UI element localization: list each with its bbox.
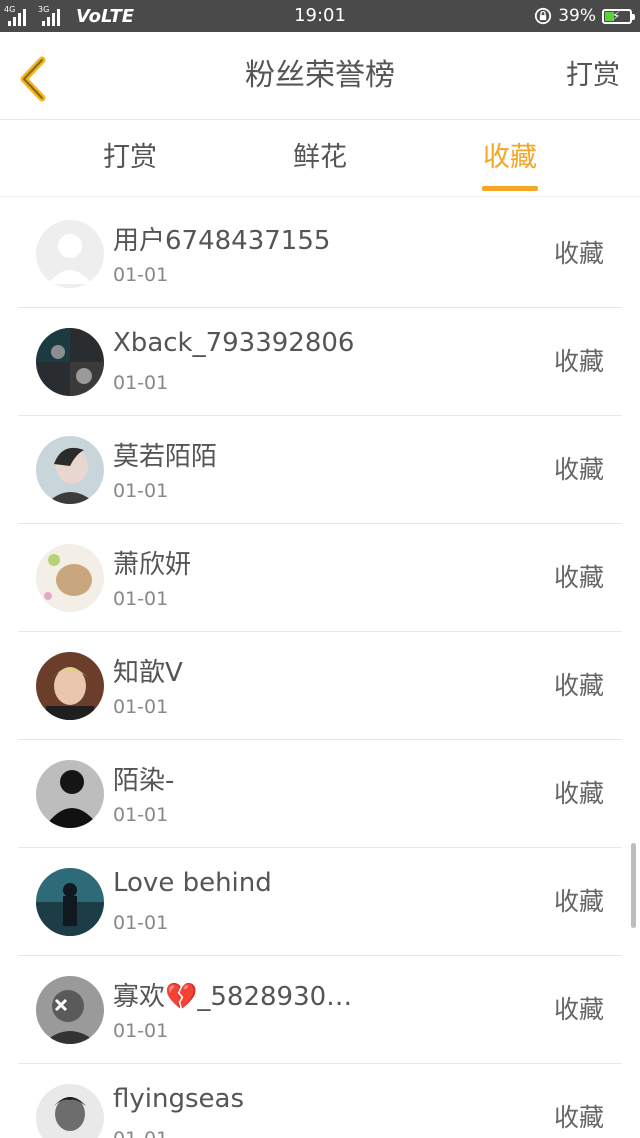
item-action-label: 收藏 xyxy=(553,671,604,700)
list-item[interactable]: Xback_793392806 01-01 收藏 xyxy=(18,308,622,416)
avatar[interactable] xyxy=(36,436,104,504)
item-date: 01-01 xyxy=(113,480,169,502)
item-action-label: 收藏 xyxy=(553,995,604,1024)
header: 粉丝荣誉榜 打赏 xyxy=(0,32,640,120)
user-photo-icon xyxy=(36,544,104,612)
item-name-prefix: 寡欢 xyxy=(113,982,166,1012)
item-date: 01-01 xyxy=(113,588,169,610)
item-date: 01-01 xyxy=(113,264,169,286)
item-date: 01-01 xyxy=(113,1128,168,1138)
avatar[interactable] xyxy=(36,328,104,396)
item-name: Xback_793392806 xyxy=(113,328,355,358)
item-date: 01-01 xyxy=(113,804,169,826)
tab-label: 打赏 xyxy=(103,142,157,173)
list-item[interactable]: 知歆V 01-01 收藏 xyxy=(18,632,622,740)
item-name: 陌染- xyxy=(113,766,175,796)
user-photo-icon xyxy=(36,868,104,936)
scrollbar[interactable] xyxy=(631,843,636,928)
avatar[interactable] xyxy=(36,544,104,612)
avatar[interactable] xyxy=(36,976,104,1044)
rotation-lock-icon xyxy=(535,7,552,25)
list-item[interactable]: 寡欢💔_5828930… 01-01 收藏 xyxy=(18,956,622,1064)
avatar[interactable] xyxy=(36,652,104,720)
item-action-label: 收藏 xyxy=(553,1103,604,1132)
list-item[interactable]: 陌染- 01-01 收藏 xyxy=(18,740,622,848)
status-bar: 4G 3G VoLTE 19:01 39% ⚡ xyxy=(0,0,640,32)
list-item[interactable]: flyingseas 01-01 收藏 xyxy=(18,1064,622,1138)
avatar[interactable] xyxy=(36,1084,104,1138)
list-item[interactable]: 莫若陌陌 01-01 收藏 xyxy=(18,416,622,524)
item-action-label: 收藏 xyxy=(553,239,604,268)
user-photo-icon xyxy=(36,328,104,396)
item-name: Love behind xyxy=(113,868,272,898)
item-action-label: 收藏 xyxy=(553,563,604,592)
item-name: 寡欢💔_5828930… xyxy=(113,976,352,1013)
broken-heart-icon: 💔 xyxy=(165,982,198,1012)
tab-flowers[interactable]: 鲜花 xyxy=(260,121,380,197)
list-item[interactable]: Love behind 01-01 收藏 xyxy=(18,848,622,956)
item-action-label: 收藏 xyxy=(553,347,604,376)
item-name: 知歆V xyxy=(113,658,183,688)
user-photo-icon xyxy=(36,976,104,1044)
item-action-label: 收藏 xyxy=(553,887,604,916)
tab-tip[interactable]: 打赏 xyxy=(70,121,190,197)
item-name-suffix: _5828930… xyxy=(197,982,353,1012)
active-tab-indicator xyxy=(482,186,538,191)
item-date: 01-01 xyxy=(113,696,169,718)
list-item[interactable]: 用户6748437155 01-01 收藏 xyxy=(18,200,622,308)
avatar[interactable] xyxy=(36,868,104,936)
item-name: 用户6748437155 xyxy=(113,226,331,256)
item-action-label: 收藏 xyxy=(553,779,604,808)
item-date: 01-01 xyxy=(113,372,169,394)
item-date: 01-01 xyxy=(113,1020,169,1042)
item-name: 莫若陌陌 xyxy=(113,442,218,472)
item-name: 萧欣妍 xyxy=(113,550,192,580)
item-action-label: 收藏 xyxy=(553,455,604,484)
battery-percent: 39% xyxy=(558,6,596,26)
tab-label: 鲜花 xyxy=(293,142,347,173)
page-title: 粉丝荣誉榜 xyxy=(245,58,395,93)
default-avatar-icon xyxy=(36,220,104,288)
fan-list: 用户6748437155 01-01 收藏 Xback_793392806 01… xyxy=(18,200,622,1138)
user-photo-icon xyxy=(36,652,104,720)
user-photo-icon xyxy=(36,436,104,504)
tip-button[interactable]: 打赏 xyxy=(566,32,620,120)
battery-charging-icon: ⚡ xyxy=(602,8,635,24)
avatar[interactable] xyxy=(36,760,104,828)
tab-label: 收藏 xyxy=(483,142,537,173)
tab-favorites[interactable]: 收藏 xyxy=(450,121,570,197)
user-photo-icon xyxy=(36,1084,104,1138)
status-bar-right: 39% ⚡ xyxy=(534,0,635,32)
tab-bar: 打赏 鲜花 收藏 xyxy=(0,121,640,197)
item-name: flyingseas xyxy=(113,1084,244,1114)
avatar[interactable] xyxy=(36,220,104,288)
item-date: 01-01 xyxy=(113,912,169,934)
list-item[interactable]: 萧欣妍 01-01 收藏 xyxy=(18,524,622,632)
user-photo-icon xyxy=(36,760,104,828)
